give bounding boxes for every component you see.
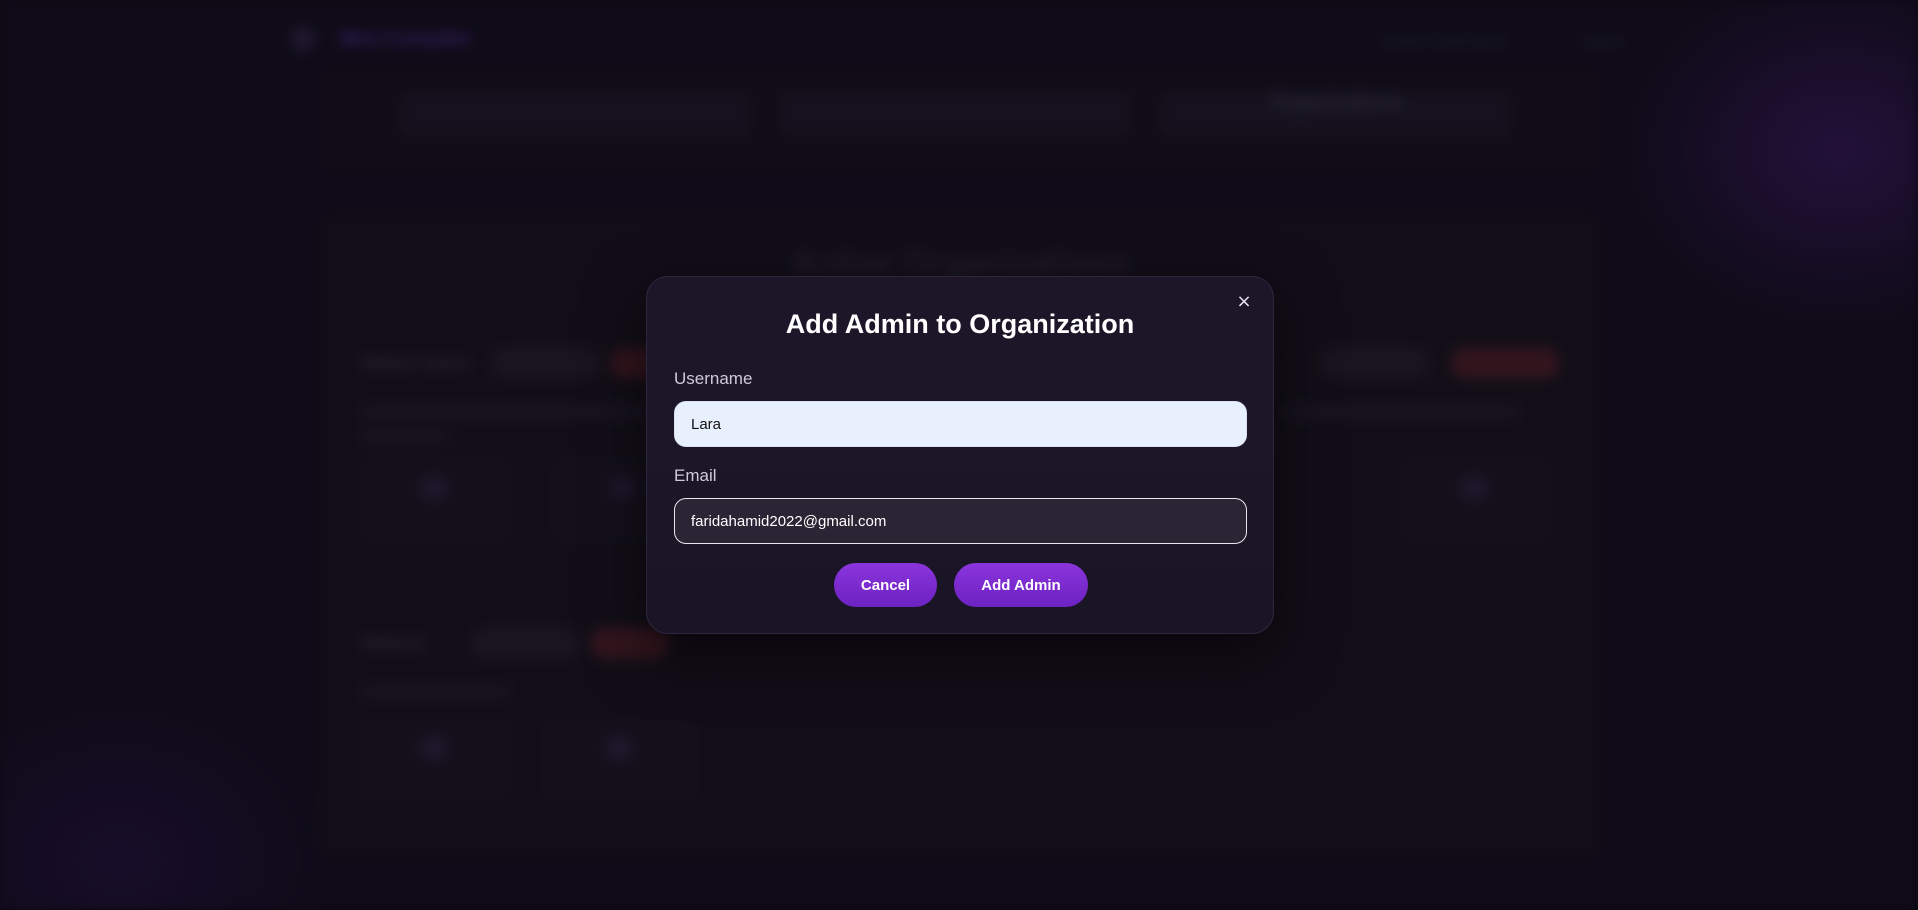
username-label: Username bbox=[674, 369, 753, 388]
username-input[interactable] bbox=[674, 401, 1247, 447]
add-admin-modal: × Add Admin to Organization Username Ema… bbox=[646, 276, 1274, 634]
modal-title: Add Admin to Organization bbox=[785, 309, 1135, 339]
email-input[interactable] bbox=[674, 498, 1247, 544]
cancel-button[interactable]: Cancel bbox=[834, 563, 937, 607]
email-label: Email bbox=[674, 466, 717, 485]
add-admin-button[interactable]: Add Admin bbox=[954, 563, 1088, 607]
